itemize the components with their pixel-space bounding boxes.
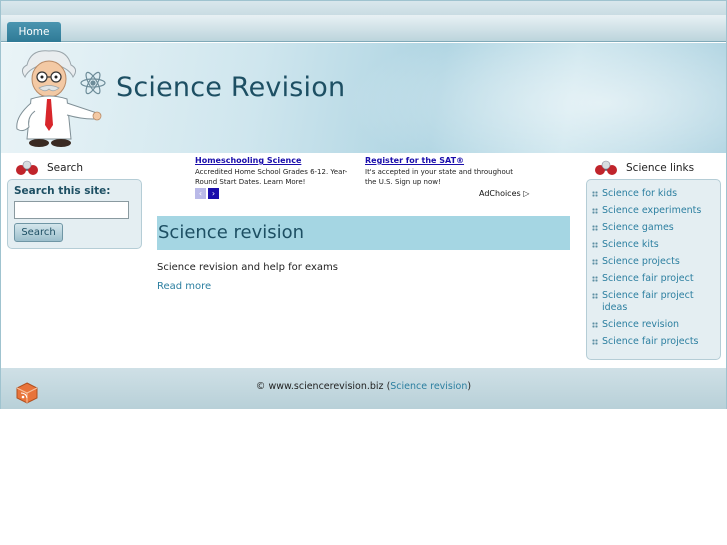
links-heading: Science links: [586, 158, 721, 178]
search-label: Search this site:: [14, 185, 111, 197]
footer-copyright: © www.sciencerevision.biz (Science revis…: [255, 381, 472, 392]
article-text: Science revision and help for exams: [157, 262, 338, 273]
link-item[interactable]: Science revision: [591, 319, 716, 331]
bullet-icon: [592, 339, 598, 345]
links-box: Science for kids Science experiments Sci…: [586, 179, 721, 360]
header-swoosh: [301, 43, 726, 153]
bullet-icon: [592, 208, 598, 214]
ad-link[interactable]: Homeschooling Science: [195, 156, 353, 165]
bullet-icon: [592, 259, 598, 265]
footer-link[interactable]: Science revision: [390, 381, 467, 392]
read-more-link[interactable]: Read more: [157, 281, 211, 292]
search-input[interactable]: [14, 201, 129, 219]
article-title: Science revision: [157, 216, 570, 250]
left-sidebar: Search Search this site: Search: [7, 158, 142, 249]
link-item[interactable]: Science fair project: [591, 273, 716, 285]
bullet-icon: [592, 322, 598, 328]
page-frame: Home Science Revision Search Search this…: [0, 0, 727, 409]
bullet-icon: [592, 242, 598, 248]
ad-item: Register for the SAT® It's accepted in y…: [365, 156, 523, 187]
ad-prev-arrow-icon[interactable]: ‹: [195, 188, 206, 199]
link-item[interactable]: Science kits: [591, 239, 716, 251]
ad-text: Accredited Home School Grades 6-12. Year…: [195, 168, 348, 186]
ad-item: Homeschooling Science Accredited Home Sc…: [195, 156, 353, 187]
link-item[interactable]: Science projects: [591, 256, 716, 268]
right-sidebar: Science links Science for kids Science e…: [586, 158, 721, 360]
search-heading: Search: [7, 158, 142, 178]
footer: © www.sciencerevision.biz (Science revis…: [1, 368, 726, 409]
bullet-icon: [592, 276, 598, 282]
adchoices-link[interactable]: AdChoices ▷: [479, 189, 529, 198]
nav-bar: Home: [1, 15, 726, 42]
site-title: Science Revision: [116, 72, 346, 103]
tab-home[interactable]: Home: [7, 22, 61, 42]
scientist-mascot-icon: [16, 50, 106, 147]
header-banner: Science Revision: [1, 43, 726, 153]
search-heading-label: Search: [47, 162, 84, 174]
ad-text: It's accepted in your state and througho…: [365, 168, 513, 186]
links-heading-label: Science links: [626, 162, 695, 174]
molecule-icon: [595, 160, 617, 175]
ad-link[interactable]: Register for the SAT®: [365, 156, 523, 165]
bullet-icon: [592, 225, 598, 231]
link-item[interactable]: Science fair project ideas: [591, 290, 716, 314]
ad-unit: Homeschooling Science Accredited Home Sc…: [195, 156, 535, 204]
top-strip: [1, 1, 726, 15]
link-item[interactable]: Science for kids: [591, 188, 716, 200]
link-item[interactable]: Science games: [591, 222, 716, 234]
molecule-icon: [16, 160, 38, 175]
main-content: Science revision Science revision and he…: [157, 216, 570, 293]
link-item[interactable]: Science experiments: [591, 205, 716, 217]
search-button[interactable]: Search: [14, 223, 63, 242]
bullet-icon: [592, 293, 598, 299]
ad-next-arrow-icon[interactable]: ›: [208, 188, 219, 199]
link-item[interactable]: Science fair projects: [591, 336, 716, 348]
search-box: Search this site: Search: [7, 179, 142, 249]
bullet-icon: [592, 191, 598, 197]
